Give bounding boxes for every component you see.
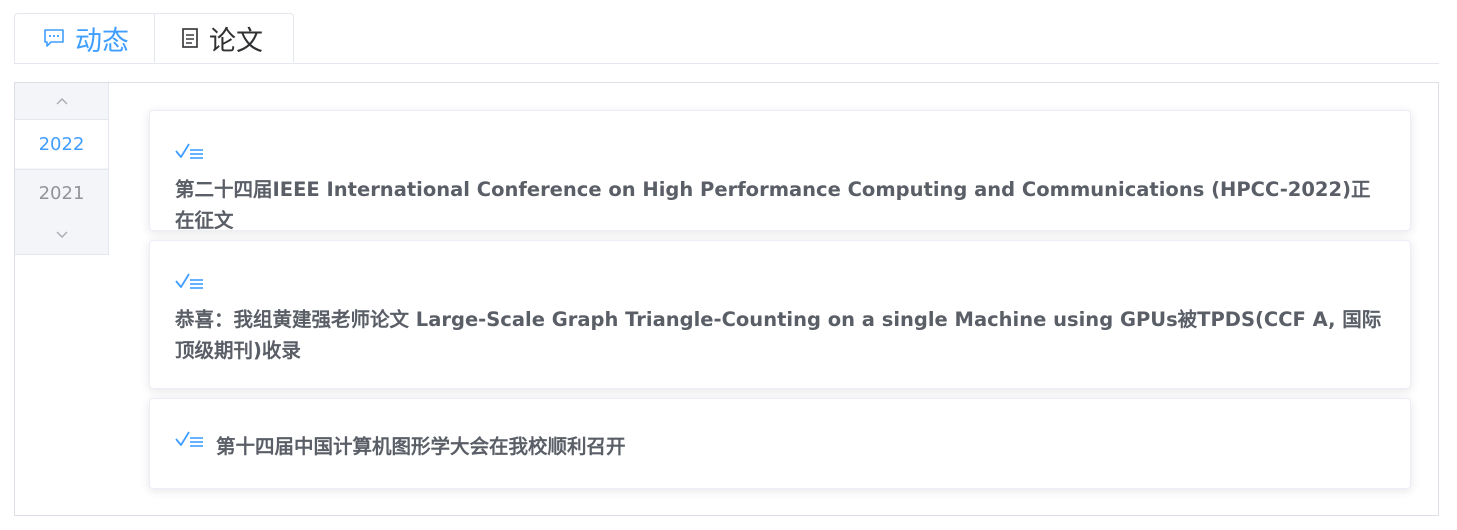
year-scroll-down-button[interactable] [15, 217, 108, 253]
year-item-2021[interactable]: 2021 [15, 169, 108, 217]
tab-papers-label: 论文 [209, 25, 263, 57]
check-list-icon [175, 273, 203, 289]
check-list-icon [175, 431, 203, 447]
year-nav: 2022 2021 [15, 83, 109, 255]
news-card[interactable]: 第十四届中国计算机图形学大会在我校顺利召开 [149, 398, 1411, 489]
chevron-down-icon [56, 231, 67, 238]
tab-papers[interactable]: 论文 [154, 13, 294, 62]
news-title[interactable]: 第二十四届IEEE International Conference on Hi… [175, 174, 1385, 236]
year-scroll-up-button[interactable] [15, 83, 108, 120]
news-title[interactable]: 恭喜：我组黄建强老师论文 Large-Scale Graph Triangle-… [175, 304, 1390, 366]
year-item-2022[interactable]: 2022 [15, 120, 108, 168]
chevron-up-icon [56, 98, 67, 105]
news-title[interactable]: 第十四届中国计算机图形学大会在我校顺利召开 [216, 431, 1366, 462]
tab-news-label: 动态 [75, 25, 129, 57]
news-card[interactable]: 第二十四届IEEE International Conference on Hi… [149, 110, 1411, 232]
tab-news[interactable]: 动态 [14, 13, 155, 63]
news-card[interactable]: 恭喜：我组黄建强老师论文 Large-Scale Graph Triangle-… [149, 240, 1411, 389]
check-list-icon [175, 143, 203, 159]
document-icon [181, 27, 199, 49]
tab-bar: 动态 论文 [14, 13, 1439, 64]
news-panel: 2022 2021 第二十四届IEEE International Confer… [14, 82, 1439, 516]
chat-icon [43, 28, 65, 48]
